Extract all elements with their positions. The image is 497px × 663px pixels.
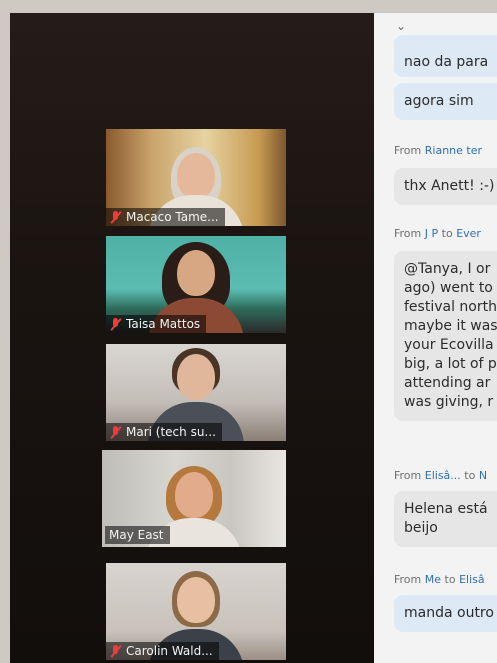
recipient-link[interactable]: Ever [456,227,481,240]
chat-message-text: was giving, r [404,394,494,410]
muted-mic-icon [110,317,121,331]
chat-message-mine: nao da para [394,35,497,77]
muted-mic-icon [110,210,121,224]
sender-link[interactable]: Me [425,573,441,586]
participant-name-tag: Mari (tech su... [106,423,222,441]
participant-name-tag: Macaco Tame... [106,208,225,226]
video-tile-active-speaker[interactable]: May East [102,450,286,547]
chat-message-text: maybe it was [404,318,497,334]
chat-message-text: manda outro [404,605,494,621]
chat-message-mine: manda outro [394,595,497,632]
chat-message-header: From Rianne ter [394,144,483,157]
recipient-link[interactable]: Elisâ [459,573,485,586]
video-tile-participant-5[interactable]: Carolin Wald... [106,563,286,660]
participant-name: Mari (tech su... [126,425,216,439]
video-tile-participant-3[interactable]: Mari (tech su... [106,344,286,441]
participant-face [175,472,213,518]
zoom-window: Macaco Tame... Taisa Mattos Mari (tech s… [10,13,497,663]
video-tile-participant-1[interactable]: Macaco Tame... [106,129,286,226]
participant-name: Carolin Wald... [126,644,213,658]
chat-message-header: From J P to Ever [394,227,481,240]
recipient-link[interactable]: N [479,469,487,482]
chevron-down-icon[interactable]: ⌄ [396,19,406,33]
participant-name-tag: May East [105,526,170,544]
chat-message-text: Helena está [404,501,488,517]
video-gallery: Macaco Tame... Taisa Mattos Mari (tech s… [10,13,374,663]
participant-name: Macaco Tame... [126,210,219,224]
chat-message-text: your Ecovilla [404,337,494,353]
participant-name: May East [109,528,164,542]
participant-name: Taisa Mattos [126,317,201,331]
chat-message-text: agora sim [404,93,474,109]
muted-mic-icon [110,425,121,439]
participant-face [177,250,215,296]
chat-message-text: @Tanya, I or [404,261,491,277]
participant-face [177,153,215,199]
participant-name-tag: Taisa Mattos [106,315,207,333]
chat-message-header: From Elisâ... to N [394,469,488,482]
chat-message-text: big, a lot of p [404,356,497,372]
chat-message-header: From Me to Elisâ [394,573,485,586]
sender-link[interactable]: Elisâ... [425,469,461,482]
chat-message-text: nao da para [404,54,489,70]
participant-face [177,577,215,623]
chat-message-text: attending ar [404,375,491,391]
muted-mic-icon [110,644,121,658]
chat-message: @Tanya, I or ago) went to festival north… [394,251,497,421]
chat-message-text: festival north [404,299,497,315]
sender-link[interactable]: Rianne ter [425,144,482,157]
participant-name-tag: Carolin Wald... [106,642,219,660]
chat-message-text: ago) went to [404,280,493,296]
chat-message: thx Anett! :-) [394,168,497,205]
chat-message-mine: agora sim [394,83,497,120]
chat-message: Helena está beijo [394,491,497,547]
participant-face [177,354,215,400]
chat-message-text: thx Anett! :-) [404,178,495,194]
sender-link[interactable]: J P [425,227,438,240]
chat-panel: ⌄ nao da para agora sim From Rianne ter … [374,13,497,663]
video-tile-participant-2[interactable]: Taisa Mattos [106,236,286,333]
chat-message-text: beijo [404,520,438,536]
